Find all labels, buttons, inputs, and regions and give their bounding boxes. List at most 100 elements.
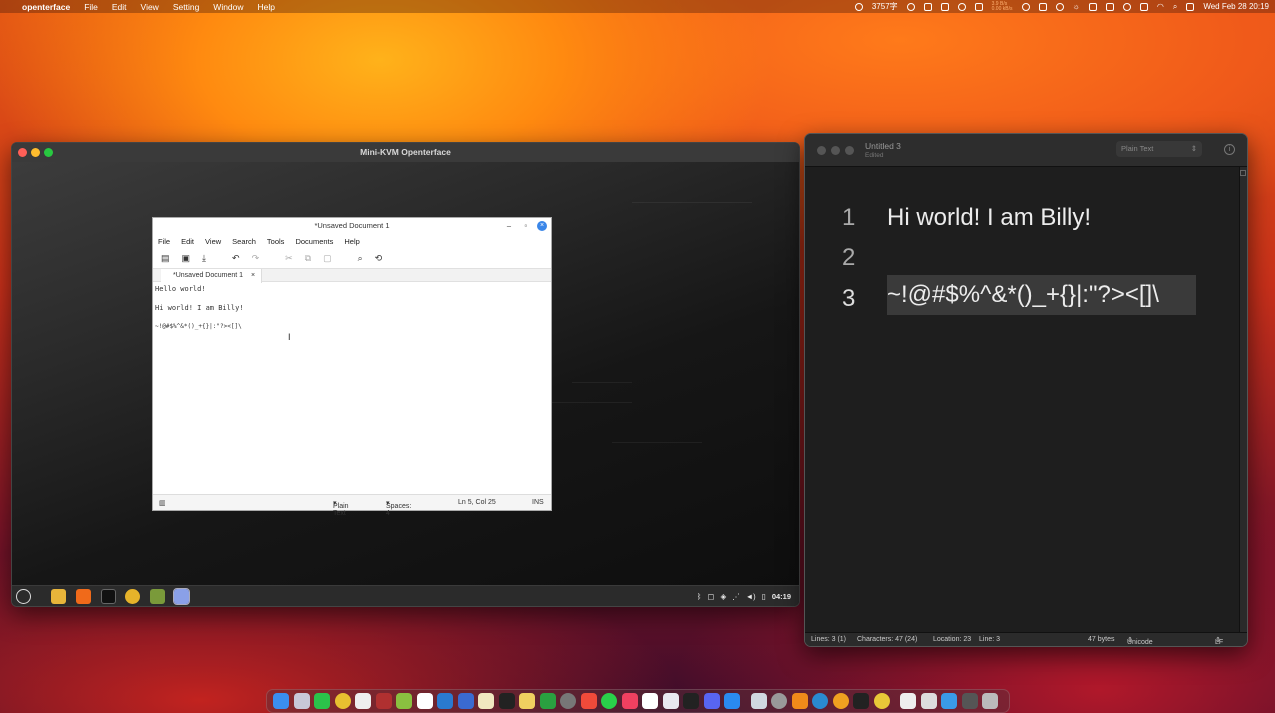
gedit-menu-search[interactable]: Search [232,237,256,246]
menu-app-name[interactable]: openterface [22,2,70,12]
brightness-icon[interactable]: ☼ [1073,2,1080,11]
app-store-icon[interactable] [724,693,740,709]
folder-icon[interactable] [941,693,957,709]
info-icon[interactable]: i [1224,144,1235,155]
info-icon[interactable] [1055,2,1064,11]
copy-icon[interactable]: ⧉ [305,253,311,264]
console-icon[interactable] [683,693,699,709]
side-panel-icon[interactable]: ▥ [159,499,166,507]
control-center-icon[interactable] [1186,2,1195,11]
gedit-menu-tools[interactable]: Tools [267,237,285,246]
vertical-scrollbar[interactable] [1239,167,1247,634]
format-selector[interactable]: Plain Text ⇕ [1116,141,1202,157]
find-icon[interactable]: ⌕ [358,253,363,264]
wifi-icon[interactable]: ◠ [1157,2,1164,11]
display-icon[interactable] [974,2,983,11]
gedit-menu-view[interactable]: View [205,237,221,246]
kvm-app-icon[interactable] [750,693,767,709]
line-ending-selector[interactable]: LF ⇕ [1215,636,1223,646]
script-editor-icon[interactable] [396,693,412,709]
finder-alt-icon[interactable] [662,693,679,709]
network-icon[interactable]: ⋰ [732,592,740,601]
app-status-icon[interactable] [957,2,966,11]
menu-file[interactable]: File [84,2,98,12]
files-icon[interactable] [51,589,66,604]
save-icon[interactable]: ⤓ [202,253,206,264]
tab-close-icon[interactable]: × [251,272,255,279]
remote-desktop[interactable]: *Unsaved Document 1 – ▫ × File Edit View… [12,162,799,587]
minecraft-icon[interactable] [150,589,165,604]
safari-icon[interactable] [812,693,828,709]
terminal-icon[interactable] [101,589,116,604]
vlc-icon[interactable] [791,693,808,709]
app-icon[interactable] [873,693,890,709]
new-document-icon[interactable]: ▤ [161,253,170,264]
excel-icon[interactable] [539,693,556,709]
minimize-button[interactable] [31,148,40,157]
spaces-selector[interactable]: Spaces: 4 ▾ [386,499,411,517]
capcut-icon[interactable] [853,693,869,709]
downloads-icon[interactable] [900,693,916,709]
documents-icon[interactable] [920,693,937,709]
input-method-icon[interactable] [923,2,932,11]
whatsapp-icon[interactable] [601,693,617,709]
gedit-menu-help[interactable]: Help [344,237,359,246]
gedit-text-area[interactable]: Hello world! Hi world! I am Billy! ~!@#$… [153,282,551,334]
gedit-menu-documents[interactable]: Documents [295,237,333,246]
text-editor-icon[interactable] [173,588,190,605]
vlc-icon[interactable] [940,2,949,11]
menu-setting[interactable]: Setting [173,2,199,12]
trash-icon[interactable] [982,693,998,709]
notion-icon[interactable] [642,693,658,709]
mint-menu-icon[interactable] [16,589,31,604]
close-icon[interactable]: × [537,221,547,231]
scroll-corner-icon[interactable] [1240,170,1246,176]
replace-icon[interactable]: ⟲ [375,253,383,264]
calendar-icon[interactable] [1038,2,1047,11]
vscode-icon[interactable] [437,693,453,709]
stickies-icon[interactable] [519,693,535,709]
search-icon[interactable]: ⌕ [1173,2,1177,12]
wechat-icon[interactable] [1122,2,1131,11]
kvm-titlebar[interactable]: Mini-KVM Openterface [12,143,799,162]
gedit-menu-file[interactable]: File [158,237,170,246]
volume-icon[interactable]: ◄) [746,592,756,601]
disk-utility-icon[interactable] [771,693,787,709]
status-icon[interactable] [854,2,863,11]
chrome-icon[interactable] [334,693,351,709]
calendar-icon[interactable] [355,693,371,709]
textedit-titlebar[interactable]: Untitled 3 Edited Plain Text ⇕ i [805,134,1247,167]
menu-edit[interactable]: Edit [112,2,127,12]
microphone-icon[interactable] [906,2,915,11]
utility-icon[interactable] [560,693,576,709]
chrome-icon[interactable] [125,589,140,604]
gedit-menu-edit[interactable]: Edit [181,237,194,246]
messages-icon[interactable] [314,693,330,709]
clipboard-icon[interactable] [1088,2,1097,11]
minimize-icon[interactable]: – [507,218,511,234]
cloud-icon[interactable] [1021,2,1030,11]
bluetooth-icon[interactable]: ᛒ [697,592,702,601]
recorder-icon[interactable] [832,693,849,709]
close-button[interactable] [18,148,27,157]
open-icon[interactable]: ▣ [182,253,191,264]
encoding-selector[interactable]: Unicode (UTF-8) ⇕ [1127,636,1153,646]
clipboard-icon[interactable]: ▢ [707,592,714,601]
zoom-button[interactable] [44,148,53,157]
launchpad-icon[interactable] [293,693,310,709]
undo-icon[interactable]: ↶ [232,253,240,264]
close-button[interactable] [817,146,826,155]
zoom-button[interactable] [845,146,854,155]
redo-icon[interactable]: ↷ [252,253,260,264]
tab-unsaved-document[interactable]: *Unsaved Document 1 × [161,269,263,283]
discord-icon[interactable] [703,693,720,709]
notes-icon[interactable] [478,693,494,709]
textedit-text-area[interactable]: 1 Hi world! I am Billy! 2 3 ~!@#$%^&*()_… [805,179,1241,634]
layout-icon[interactable] [1105,2,1114,11]
battery-icon[interactable]: ▯ [762,592,766,601]
cut-icon[interactable]: ✂ [285,253,293,264]
dictionary-icon[interactable] [375,693,392,709]
textedit-icon[interactable] [416,693,433,709]
word-count[interactable]: 3757字 [872,1,898,12]
terminal-icon[interactable] [498,693,515,709]
